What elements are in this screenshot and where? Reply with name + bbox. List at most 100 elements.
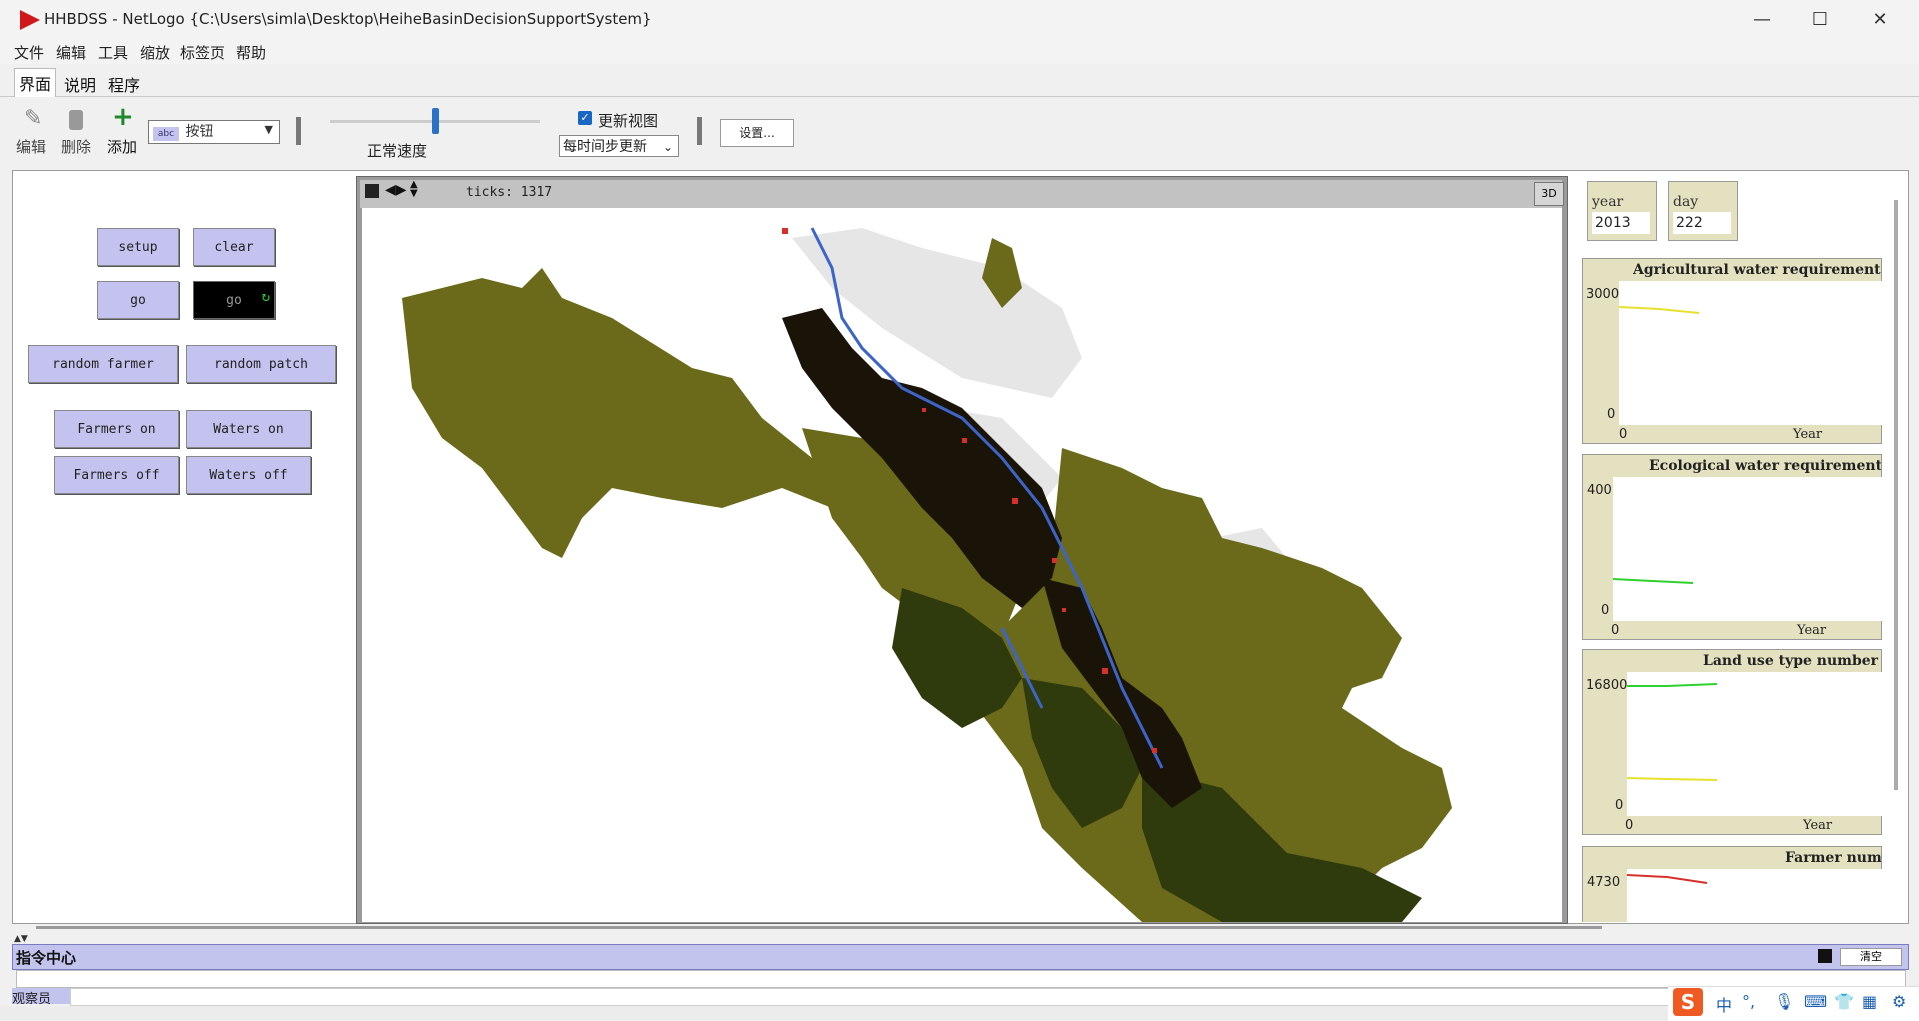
year-monitor: year 2013 bbox=[1587, 181, 1657, 241]
command-output-area bbox=[16, 970, 1906, 988]
view-size-icon[interactable] bbox=[365, 184, 379, 198]
update-view-label: 更新视图 bbox=[598, 112, 659, 130]
settings-button[interactable]: 设置... bbox=[720, 119, 794, 147]
waters-on-button[interactable]: Waters on bbox=[186, 410, 311, 448]
menu-zoom[interactable]: 缩放 bbox=[140, 42, 170, 63]
button-widget-icon: abc bbox=[153, 127, 179, 141]
toolbar-separator bbox=[697, 117, 702, 145]
plot-xmin: 0 bbox=[1611, 623, 1620, 638]
toolbox-icon[interactable]: ▦ bbox=[1862, 992, 1877, 1011]
command-center-title: 指令中心 bbox=[16, 949, 77, 967]
toolbar-separator bbox=[296, 117, 301, 145]
view-3d-button[interactable]: 3D bbox=[1534, 182, 1564, 206]
workspace-horizontal-scrollbar[interactable] bbox=[36, 926, 1602, 929]
land-use-type-plot: Land use type number 16800 0 0 Year bbox=[1582, 649, 1883, 835]
update-mode-value: 每时间步更新 bbox=[563, 139, 647, 155]
tab-interface[interactable]: 界面 bbox=[14, 68, 57, 97]
edit-button[interactable]: 编辑 bbox=[16, 136, 46, 157]
farmers-off-button[interactable]: Farmers off bbox=[54, 456, 179, 494]
tab-info[interactable]: 说明 bbox=[60, 70, 100, 98]
day-monitor-value: 222 bbox=[1673, 212, 1731, 234]
plot-area bbox=[1618, 281, 1883, 425]
splitter-arrows-icon[interactable]: ▲▼ bbox=[14, 934, 28, 944]
update-mode-select[interactable]: 每时间步更新 ⌄ bbox=[559, 135, 679, 157]
workspace-vertical-scrollbar[interactable] bbox=[1894, 200, 1898, 790]
agricultural-series-line bbox=[1618, 306, 1700, 314]
year-monitor-label: year bbox=[1592, 194, 1624, 210]
plot-title: Ecological water requirement bbox=[1649, 458, 1881, 474]
go-forever-label: go bbox=[226, 293, 242, 308]
menu-file[interactable]: 文件 bbox=[14, 42, 44, 63]
skin-icon[interactable]: 👕 bbox=[1834, 992, 1854, 1011]
command-input[interactable] bbox=[70, 988, 1906, 1006]
plot-title: Agricultural water requirement bbox=[1633, 262, 1881, 278]
plot-area bbox=[1626, 869, 1883, 923]
chevron-down-icon: ▼ bbox=[264, 123, 273, 136]
setup-button[interactable]: setup bbox=[97, 228, 179, 266]
plot-area bbox=[1626, 672, 1883, 816]
plot-xlabel: Year bbox=[1803, 818, 1833, 833]
random-farmer-button[interactable]: random farmer bbox=[28, 345, 178, 383]
resize-horizontal-icon[interactable]: ◀▶ bbox=[385, 182, 407, 198]
go-forever-button[interactable]: go ↻ bbox=[193, 281, 275, 319]
delete-button[interactable]: 删除 bbox=[61, 136, 91, 157]
close-button[interactable]: ✕ bbox=[1852, 4, 1908, 36]
widget-type-select[interactable]: abc 按钮 ▼ bbox=[148, 120, 280, 144]
menu-help[interactable]: 帮助 bbox=[236, 42, 266, 63]
ecological-water-plot: Ecological water requirement 400 0 0 Yea… bbox=[1582, 454, 1883, 640]
speed-slider-thumb[interactable] bbox=[432, 108, 439, 134]
add-plus-icon: + bbox=[112, 102, 134, 132]
trash-icon bbox=[69, 110, 83, 130]
agricultural-water-plot: Agricultural water requirement 3000 0 0 … bbox=[1582, 258, 1883, 444]
status-bar bbox=[0, 1006, 1919, 1020]
minimize-button[interactable]: — bbox=[1734, 4, 1790, 36]
farmer-series-line bbox=[1626, 874, 1708, 884]
keyboard-icon[interactable]: ⌨ bbox=[1804, 992, 1827, 1011]
widget-type-label: 按钮 bbox=[185, 124, 214, 140]
farmer-number-plot: Farmer number 4730 bbox=[1582, 846, 1883, 923]
pencil-icon: ✎ bbox=[24, 106, 43, 131]
resize-vertical-icon[interactable]: ▲ ▼ bbox=[410, 180, 418, 199]
plot-ymax: 3000 bbox=[1586, 287, 1620, 302]
update-view-checkbox[interactable]: ✓ bbox=[578, 111, 592, 125]
speed-label: 正常速度 bbox=[367, 142, 428, 160]
tab-bar bbox=[0, 64, 1919, 97]
plot-title: Land use type number bbox=[1703, 653, 1879, 669]
expand-icon[interactable] bbox=[1818, 949, 1832, 963]
world-view-canvas[interactable] bbox=[362, 208, 1562, 922]
settings-gear-icon[interactable]: ⚙ bbox=[1892, 992, 1906, 1011]
menu-edit[interactable]: 编辑 bbox=[56, 42, 86, 63]
day-monitor-label: day bbox=[1673, 194, 1699, 210]
plot-xlabel: Year bbox=[1797, 623, 1827, 638]
land-use-series-lines bbox=[1626, 683, 1718, 781]
punctuation-icon[interactable]: °, bbox=[1742, 992, 1755, 1011]
ime-mode-indicator[interactable]: 中 bbox=[1716, 992, 1732, 1016]
plot-xmin: 0 bbox=[1619, 427, 1628, 442]
menu-tabs[interactable]: 标签页 bbox=[180, 42, 225, 63]
tab-code[interactable]: 程序 bbox=[104, 70, 144, 98]
farmers-on-button[interactable]: Farmers on bbox=[54, 410, 179, 448]
go-once-button[interactable]: go bbox=[97, 281, 179, 319]
plot-xmin: 0 bbox=[1625, 818, 1634, 833]
plot-area bbox=[1612, 477, 1883, 621]
maximize-button[interactable]: ☐ bbox=[1792, 4, 1848, 36]
command-clear-button[interactable]: 清空 bbox=[1840, 948, 1902, 966]
random-patch-button[interactable]: random patch bbox=[186, 345, 336, 383]
plot-ymax: 400 bbox=[1587, 483, 1612, 498]
menu-tools[interactable]: 工具 bbox=[98, 42, 128, 63]
plot-ymax: 4730 bbox=[1587, 875, 1621, 890]
plot-xlabel: Year bbox=[1793, 427, 1823, 442]
day-monitor: day 222 bbox=[1668, 181, 1738, 241]
forever-loop-icon: ↻ bbox=[261, 289, 270, 305]
observer-selector[interactable]: 观察员 bbox=[12, 988, 70, 1007]
plot-ymin: 0 bbox=[1601, 603, 1610, 618]
ecological-series-line bbox=[1612, 578, 1694, 584]
plot-ymax: 16800 bbox=[1586, 678, 1628, 693]
microphone-icon[interactable]: 🎙 bbox=[1774, 992, 1794, 1011]
clear-button[interactable]: clear bbox=[193, 228, 275, 266]
waters-off-button[interactable]: Waters off bbox=[186, 456, 311, 494]
chevron-down-icon: ⌄ bbox=[662, 140, 673, 154]
add-button[interactable]: 添加 bbox=[107, 136, 137, 157]
ticks-counter: ticks: 1317 bbox=[466, 185, 553, 200]
sogou-ime-logo-icon[interactable]: S bbox=[1673, 988, 1703, 1016]
